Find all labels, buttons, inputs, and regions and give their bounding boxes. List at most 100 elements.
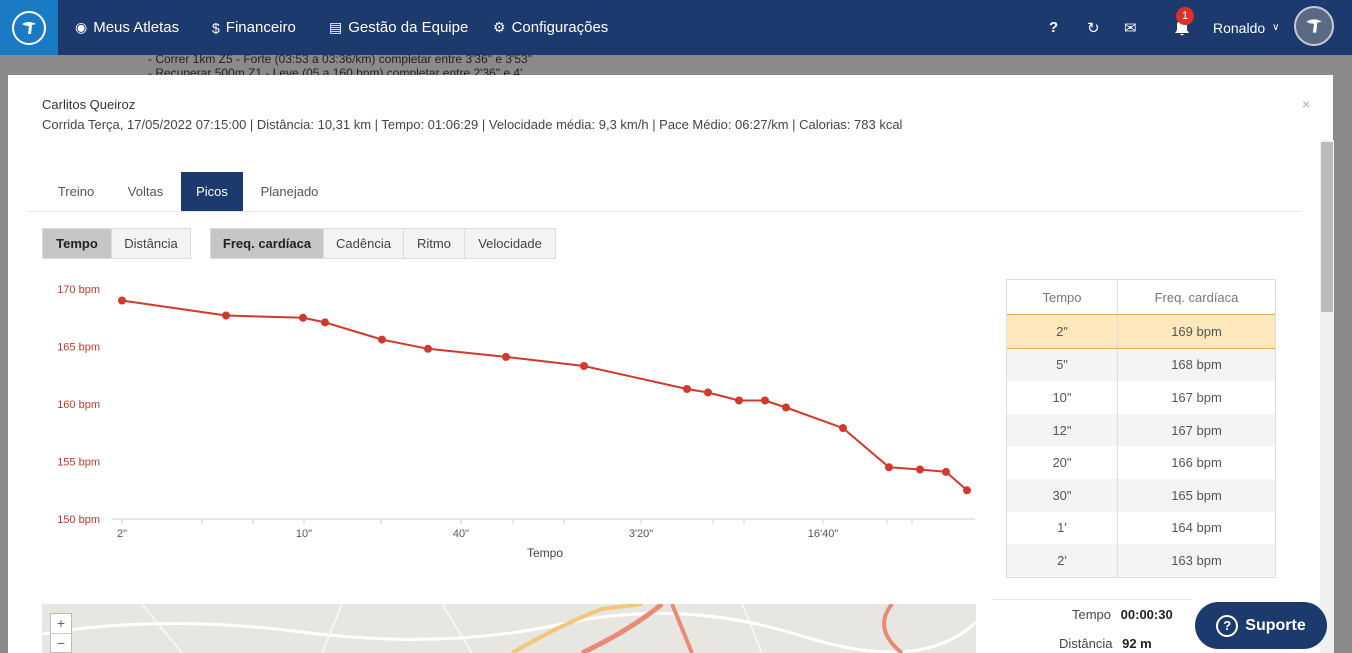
- data-point: [222, 311, 230, 320]
- gears-icon: ⚙: [493, 19, 506, 35]
- data-point: [683, 385, 691, 393]
- table-header: Tempo Freq. cardíaca: [1007, 280, 1275, 314]
- support-label: Suporte: [1245, 616, 1306, 634]
- route-map[interactable]: [42, 604, 976, 653]
- table-row[interactable]: 2" 169 bpm: [1007, 314, 1275, 349]
- data-point: [916, 465, 924, 474]
- top-navbar: [0, 0, 1352, 55]
- zoom-in-button[interactable]: +: [51, 614, 71, 634]
- table-row[interactable]: 20" 166 bpm: [1007, 446, 1275, 479]
- table-row[interactable]: 10" 167 bpm: [1007, 381, 1275, 414]
- y-tick-label: 160 bpm: [57, 399, 100, 411]
- sync-icon[interactable]: ↻: [1087, 0, 1100, 55]
- scrollbar-thumb[interactable]: [1321, 142, 1333, 312]
- tab-planejado[interactable]: Planejado: [243, 172, 336, 211]
- x-tick-label: 16'40": [808, 528, 839, 540]
- metric-freq-cardiaca-button[interactable]: Freq. cardíaca: [210, 228, 324, 259]
- medal-icon: ◉: [75, 19, 88, 35]
- distancia-value: 92 m: [1122, 636, 1152, 651]
- logo-icon: [12, 10, 46, 45]
- heart-rate-peaks-chart: 150 bpm 155 bpm 160 bpm 165 bpm 170 bpm 2" 10"…: [57, 284, 975, 560]
- table-row[interactable]: 1' 164 bpm: [1007, 511, 1275, 545]
- help-icon[interactable]: ?: [1049, 0, 1058, 55]
- tab-voltas[interactable]: Voltas: [110, 172, 181, 211]
- header-tempo: Tempo: [1007, 280, 1118, 314]
- cell-tempo: 12": [1007, 413, 1118, 447]
- cell-freq: 163 bpm: [1171, 552, 1222, 568]
- athlete-name: Carlitos Queiroz: [42, 97, 136, 112]
- background-line: - Correr 1km Z5 - Forte (03:53 a 03:36/k…: [148, 52, 532, 66]
- data-point: [580, 362, 588, 370]
- cell-tempo: 1': [1007, 511, 1118, 545]
- metric-cadencia-button[interactable]: Cadência: [323, 228, 404, 259]
- user-menu[interactable]: Ronaldo ∨: [1213, 0, 1279, 55]
- data-point: [885, 463, 893, 472]
- table-row[interactable]: 2' 163 bpm: [1007, 544, 1275, 577]
- cell-tempo: 2": [1007, 315, 1118, 348]
- nav-configuracoes[interactable]: ⚙ Configurações: [493, 0, 608, 55]
- x-tick-label: 40": [453, 528, 469, 540]
- header-freq: Freq. cardíaca: [1154, 289, 1239, 305]
- metric-ritmo-button[interactable]: Ritmo: [403, 228, 465, 259]
- peak-distancia-info: Distância 92 m: [1059, 636, 1152, 651]
- chevron-down-icon: ∨: [1272, 22, 1280, 33]
- x-tick-label: 2": [117, 528, 127, 540]
- notification-badge: 1: [1176, 7, 1194, 25]
- avatar[interactable]: [1294, 6, 1334, 46]
- nav-financeiro[interactable]: $ Financeiro: [212, 0, 296, 55]
- series-line: [121, 299, 968, 492]
- nav-label: Configurações: [511, 19, 609, 36]
- cell-freq: 167 bpm: [1171, 422, 1222, 438]
- help-label: ?: [1049, 19, 1059, 36]
- id-card-icon: ▤: [329, 19, 343, 35]
- table-row[interactable]: 30" 165 bpm: [1007, 478, 1275, 512]
- tab-picos[interactable]: Picos: [181, 172, 243, 211]
- table-row[interactable]: 12" 167 bpm: [1007, 413, 1275, 447]
- cell-freq: 169 bpm: [1171, 323, 1222, 339]
- cell-freq: 165 bpm: [1171, 487, 1222, 503]
- x-axis-title: Tempo: [527, 546, 563, 560]
- cell-freq: 168 bpm: [1171, 357, 1222, 373]
- info-divider: [992, 599, 1192, 600]
- data-point: [321, 318, 329, 327]
- nav-meus-atletas[interactable]: ◉ Meus Atletas: [75, 0, 179, 55]
- map-tiles: [42, 604, 976, 653]
- app-logo[interactable]: [0, 0, 58, 55]
- data-point: [378, 335, 386, 344]
- y-tick-label: 150 bpm: [57, 514, 100, 526]
- tab-treino[interactable]: Treino: [42, 172, 110, 211]
- data-point: [424, 344, 432, 353]
- x-tick-label: 3'20": [629, 528, 653, 540]
- nav-label: Meus Atletas: [93, 19, 180, 36]
- zoom-out-button[interactable]: −: [51, 634, 71, 653]
- tempo-value: 00:00:30: [1120, 607, 1173, 622]
- activity-summary: Corrida Terça, 17/05/2022 07:15:00 | Dis…: [42, 117, 903, 132]
- cell-freq: 167 bpm: [1171, 389, 1222, 405]
- metric-velocidade-button[interactable]: Velocidade: [464, 228, 556, 259]
- data-point: [502, 352, 510, 361]
- map-zoom-control: + −: [50, 613, 72, 653]
- nav-gestao-equipe[interactable]: ▤ Gestão da Equipe: [329, 0, 468, 55]
- tab-divider: [28, 211, 1300, 212]
- peaks-table: Tempo Freq. cardíaca 2" 169 bpm 5" 168 bpm 1…: [1006, 279, 1276, 578]
- dollar-icon: $: [212, 19, 220, 36]
- data-point: [963, 486, 971, 495]
- data-point: [761, 396, 769, 405]
- data-point: [299, 313, 307, 322]
- cell-tempo: 2': [1007, 544, 1118, 577]
- mode-distancia-button[interactable]: Distância: [111, 228, 191, 259]
- peak-tempo-info: Tempo 00:00:30: [1072, 607, 1173, 622]
- cell-tempo: 10": [1007, 381, 1118, 414]
- nav-label: Financeiro: [225, 19, 296, 36]
- data-point: [704, 388, 712, 397]
- data-point: [118, 296, 126, 305]
- data-point: [782, 403, 790, 412]
- table-row[interactable]: 5" 168 bpm: [1007, 348, 1275, 382]
- x-tick-label: 10": [296, 528, 312, 540]
- data-point: [735, 396, 743, 405]
- mode-tempo-button[interactable]: Tempo: [42, 228, 112, 259]
- close-icon[interactable]: ×: [1302, 96, 1310, 112]
- support-button[interactable]: ? Suporte: [1195, 602, 1327, 649]
- mail-icon[interactable]: ✉: [1124, 0, 1137, 55]
- y-tick-label: 155 bpm: [57, 457, 100, 469]
